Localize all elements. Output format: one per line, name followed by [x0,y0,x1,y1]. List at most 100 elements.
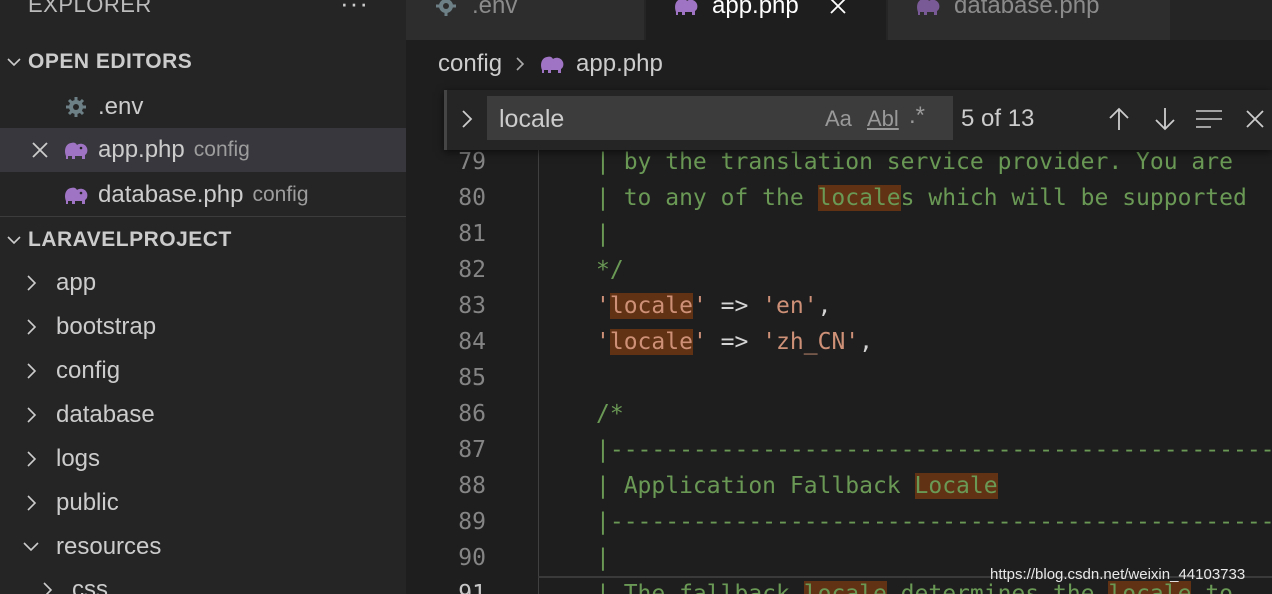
code-token: | to any of the [596,185,818,211]
code-editor[interactable]: 79 | by the translation service provider.… [406,86,1272,594]
tab-label: .env [472,0,518,19]
code-token: | The fallback [596,581,804,594]
code-token: |---------------------------------------… [596,437,1272,463]
code-line[interactable]: 85 [406,360,1272,396]
tree-folder-database[interactable]: database [0,393,406,437]
find-input[interactable]: locale Aa Abl .* [487,96,953,140]
code-line[interactable]: 86 /* [406,396,1272,432]
php-elephant-icon [914,0,942,20]
tab-env[interactable]: .env [406,0,644,40]
code-token: |---------------------------------------… [596,509,1272,535]
line-number: 81 [458,221,486,247]
match-count: 5 of 13 [961,105,1035,132]
project-header[interactable]: LARAVELPROJECT [0,220,406,260]
line-number: 80 [458,185,486,211]
open-editor-item-env[interactable]: .env [0,85,406,129]
code-line[interactable]: 84 'locale' => 'zh_CN', [406,324,1272,360]
line-code: | Application Fallback Locale [596,473,998,499]
chevron-right-icon [24,494,56,512]
explorer-title: EXPLORER [28,0,152,17]
match-whole-word-button[interactable]: Abl [867,106,899,132]
breadcrumb: config app.php [438,44,663,84]
tab-database-php[interactable]: database.php [888,0,1170,40]
tab-label: database.php [954,0,1100,19]
breadcrumb-file[interactable]: app.php [576,50,663,78]
close-icon[interactable] [829,0,847,22]
code-token: | [596,545,610,571]
code-line[interactable]: 82 */ [406,252,1272,288]
search-match-highlight: locale [609,329,693,355]
tree-folder-css[interactable]: css [0,568,406,594]
editor-tab-bar: .env app.php database.php [406,0,1272,40]
tree-folder-label: public [56,489,119,516]
code-token: /* [596,401,624,427]
more-actions-button[interactable]: ··· [340,0,369,19]
tree-folder-label: logs [56,445,101,472]
chevron-down-icon [0,54,28,70]
previous-match-arrow-up-icon[interactable] [1103,103,1135,135]
code-line[interactable]: 87 |-------------------------------------… [406,432,1272,468]
tree-folder-app[interactable]: app [0,261,406,305]
search-match-highlight: Locale [914,473,998,499]
tree-folder-label: css [72,576,108,594]
code-line[interactable]: 89 |-------------------------------------… [406,504,1272,540]
line-code: | to any of the locales which will be su… [596,185,1247,211]
line-number: 86 [458,401,486,427]
line-code: |---------------------------------------… [596,509,1272,535]
use-regex-button[interactable]: .* [909,102,925,130]
close-icon[interactable] [26,141,54,159]
tree-folder-public[interactable]: public [0,481,406,525]
line-number: 90 [458,545,486,571]
line-number: 87 [458,437,486,463]
code-token: 'zh_CN' [762,329,860,355]
breadcrumb-folder[interactable]: config [438,50,502,78]
tree-folder-resources[interactable]: resources [0,525,406,569]
line-number: 89 [458,509,486,535]
close-icon[interactable] [1239,103,1271,135]
toggle-replace-button[interactable] [459,106,475,137]
code-token: ' [692,329,707,355]
open-editor-label: app.php [98,136,185,163]
open-editor-label: database.php [98,181,244,208]
code-line[interactable]: 83 'locale' => 'en', [406,288,1272,324]
match-case-button[interactable]: Aa [825,106,852,132]
open-editor-item-database-php[interactable]: database.php config [0,173,406,217]
line-number: 91 [458,581,486,594]
chevron-right-icon [40,581,72,594]
code-line[interactable]: 81 | [406,216,1272,252]
php-elephant-icon [62,181,90,209]
tab-label: app.php [712,0,799,19]
tree-folder-label: resources [56,533,162,560]
tab-app-php[interactable]: app.php [646,0,886,40]
gear-icon [62,93,90,121]
open-editors-header[interactable]: OPEN EDITORS [0,42,406,82]
code-token: , [859,329,873,355]
line-code: 'locale' => 'zh_CN', [596,329,873,355]
code-token: s which will be supported [900,185,1247,211]
code-token: ' [596,329,610,355]
tree-folder-config[interactable]: config [0,349,406,393]
code-token: => [706,293,763,319]
line-number: 84 [458,329,486,355]
open-editor-item-app-php[interactable]: app.php config [0,128,406,172]
tree-folder-label: database [56,401,155,428]
watermark-text: https://blog.csdn.net/weixin_44103733 [990,566,1246,583]
project-label: LARAVELPROJECT [28,228,232,251]
next-match-arrow-down-icon[interactable] [1149,103,1181,135]
gear-icon [432,0,460,20]
php-elephant-icon [62,136,90,164]
chevron-down-icon [22,540,56,554]
find-widget: locale Aa Abl .* 5 of 13 [444,90,1272,150]
find-in-selection-icon[interactable] [1193,103,1225,135]
code-line[interactable]: 88 | Application Fallback Locale [406,468,1272,504]
code-token: ' [596,293,610,319]
tree-folder-logs[interactable]: logs [0,437,406,481]
open-editors-label: OPEN EDITORS [28,50,193,73]
tree-folder-label: config [56,357,121,384]
line-code: |---------------------------------------… [596,437,1272,463]
code-line[interactable]: 80 | to any of the locales which will be … [406,180,1272,216]
tree-folder-bootstrap[interactable]: bootstrap [0,305,406,349]
chevron-right-icon [24,450,56,468]
chevron-down-icon [0,232,28,248]
php-elephant-icon [672,0,700,20]
